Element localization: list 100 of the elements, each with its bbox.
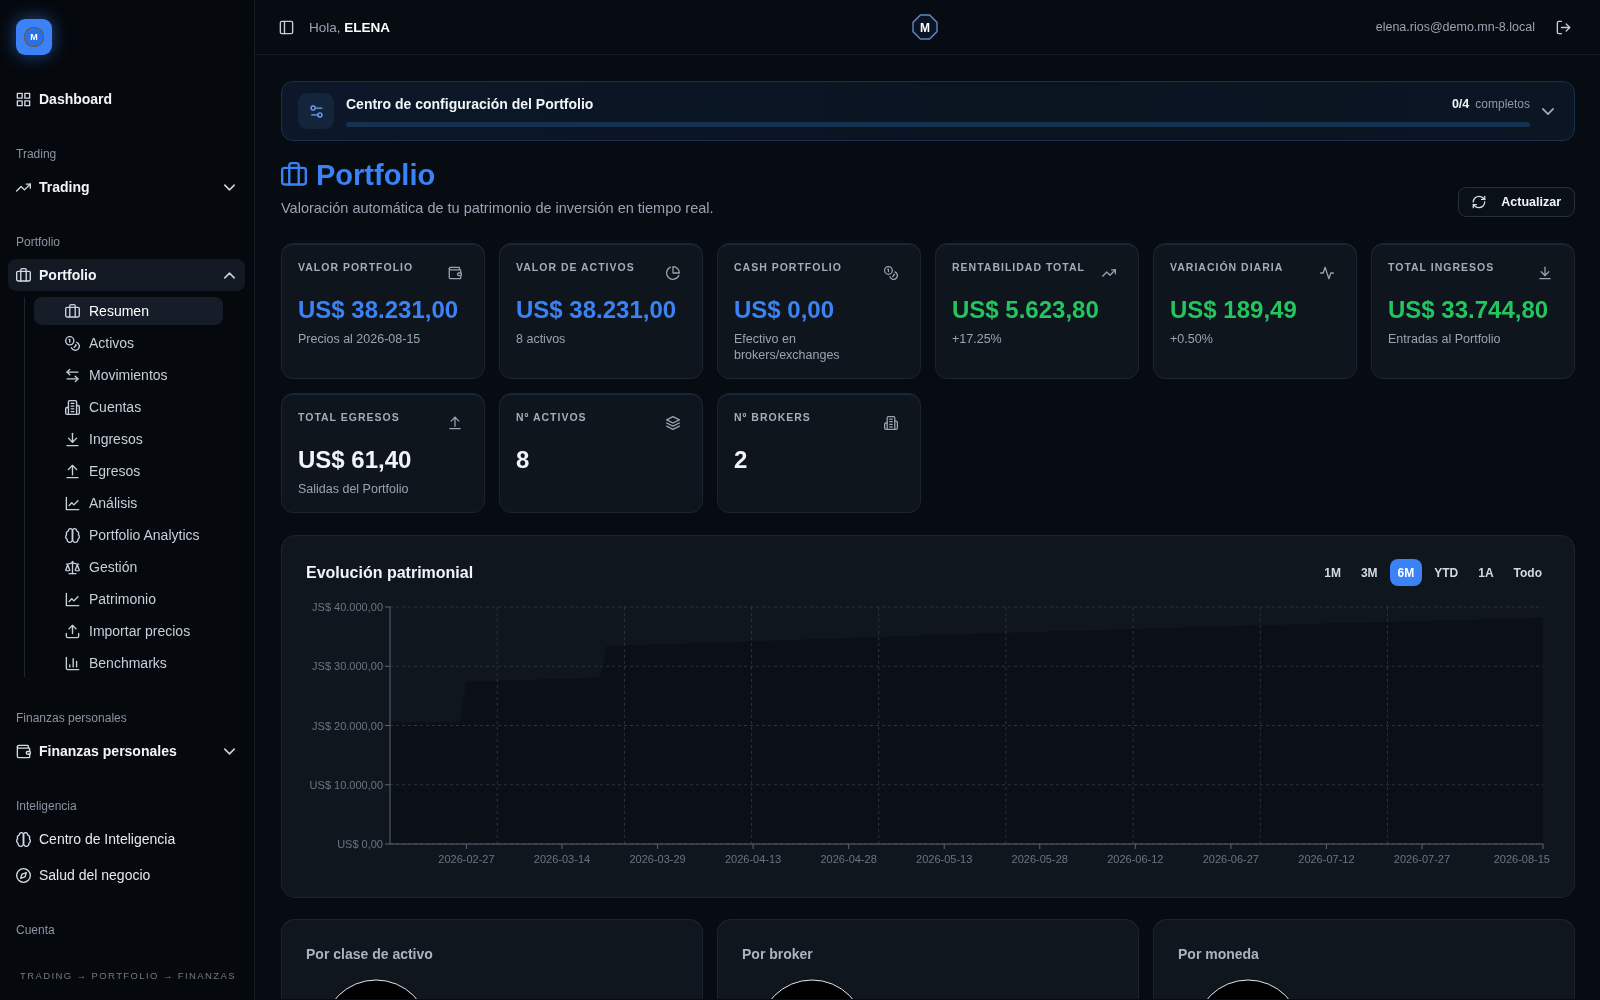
sidebar-subitem[interactable]: Cuentas [34, 393, 223, 421]
greeting-text: Hola, ELENA [309, 19, 391, 35]
setup-title: Centro de configuración del Portfolio [346, 95, 594, 112]
chevron-down-icon[interactable] [1542, 107, 1554, 115]
range-tab[interactable]: YTD [1426, 559, 1467, 586]
stat-note: 8 activos [516, 331, 567, 347]
breakdown-title: Por moneda [1178, 946, 1260, 962]
sidebar-item[interactable]: Dashboard [8, 83, 245, 115]
sidebar-subitem[interactable]: Análisis [34, 489, 223, 517]
brain-icon [65, 527, 80, 543]
sidebar-subitem[interactable]: Benchmarks [34, 649, 223, 677]
logout-icon[interactable] [1556, 19, 1571, 35]
stat-note: +0.50% [1170, 331, 1214, 347]
user-email: elena.rios@demo.mn-8.local [1375, 20, 1535, 34]
stat-value: US$ 38.231,00 [298, 295, 460, 325]
building-icon [884, 416, 898, 430]
range-tab[interactable]: 6M [1389, 559, 1423, 586]
wallet-icon [448, 266, 462, 280]
coins-icon [65, 335, 80, 351]
refresh-button[interactable]: Actualizar [1458, 187, 1575, 217]
y-axis-label: JS$ 30.000,00 [312, 660, 383, 673]
sidebar-item[interactable]: Trading [8, 171, 245, 203]
sidebar-footer-text: TRADING → PORTFOLIO → FINANZAS [19, 970, 237, 983]
x-axis-label: 2026-04-13 [724, 853, 782, 865]
sidebar-section-heading: Inteligencia [15, 798, 78, 814]
stat-note: Entradas al Portfolio [1388, 331, 1502, 347]
x-axis-label: 2026-07-27 [1393, 853, 1451, 865]
sidebar-subitem[interactable]: Activos [34, 329, 223, 357]
briefcase-icon [65, 303, 80, 319]
upload-icon [65, 463, 80, 479]
stat-value: US$ 5.623,80 [952, 295, 1100, 325]
download-icon [1538, 266, 1552, 280]
compass-icon [16, 867, 31, 883]
chevron-down-icon[interactable] [224, 183, 235, 191]
y-axis-label: JS$ 20.000,00 [312, 719, 383, 732]
x-axis-label: 2026-05-28 [1011, 853, 1068, 865]
scale-icon [65, 559, 80, 575]
y-axis-label: US$ 10.000,00 [309, 778, 383, 791]
sidebar-section-heading: Trading [15, 146, 58, 162]
pulse-icon [1320, 266, 1334, 280]
sidebar-subitem[interactable]: Importar precios [34, 617, 223, 645]
app-logo[interactable]: M [16, 19, 52, 55]
breakdown-title: Por clase de activo [306, 946, 434, 962]
briefcase-icon [16, 267, 31, 283]
stat-note: Efectivo en brokers/exchanges [734, 331, 841, 363]
chevron-up-icon[interactable] [224, 271, 235, 279]
coins-icon [884, 266, 898, 280]
line-chart-icon [65, 495, 80, 511]
stat-value: 2 [734, 445, 749, 475]
sidebar-item[interactable]: Portfolio [8, 259, 245, 291]
stat-value: US$ 38.231,00 [516, 295, 678, 325]
x-axis-label: 2026-06-12 [1107, 853, 1164, 865]
x-axis-label: 2026-04-28 [820, 853, 877, 865]
sidebar-subitem[interactable]: Gestión [34, 553, 223, 581]
breakdown-title: Por broker [742, 946, 814, 962]
range-tab[interactable]: Todo [1505, 559, 1550, 586]
page-title: Portfolio [316, 158, 436, 192]
x-axis-label: 2026-03-29 [629, 853, 686, 865]
stat-label: VALOR DE ACTIVOS [516, 260, 635, 274]
app-logo[interactable]: M [912, 14, 938, 40]
sidebar-subitem[interactable]: Ingresos [34, 425, 223, 453]
sidebar-subitem[interactable]: Movimientos [34, 361, 223, 389]
x-axis-label: 2026-05-13 [916, 853, 973, 865]
y-axis-label: US$ 0,00 [337, 838, 383, 850]
sidebar-item[interactable]: Centro de Inteligencia [8, 823, 245, 855]
range-tab[interactable]: 3M [1352, 559, 1386, 586]
x-axis-label: 2026-07-12 [1298, 853, 1355, 865]
stat-label: TOTAL EGRESOS [298, 410, 400, 424]
sidebar-subitem[interactable]: Resumen [34, 297, 223, 325]
upload-icon [448, 416, 462, 430]
x-axis-label: 2026-08-15 [1493, 853, 1550, 865]
x-axis-label: 2026-03-14 [533, 853, 591, 865]
range-tab[interactable]: 1A [1470, 559, 1502, 586]
chevron-down-icon[interactable] [224, 747, 235, 755]
building-icon [65, 399, 80, 415]
refresh-icon [1472, 195, 1487, 209]
sidebar-subitem[interactable]: Patrimonio [34, 585, 223, 613]
sidebar-subitem[interactable]: Egresos [34, 457, 223, 485]
sidebar-subitem[interactable]: Portfolio Analytics [34, 521, 223, 549]
stat-label: Nº ACTIVOS [516, 410, 587, 424]
y-axis-label: JS$ 40.000,00 [312, 601, 383, 613]
pie-chart-icon [666, 266, 680, 280]
stat-note: +17.25% [952, 331, 1003, 347]
trending-up-icon [1102, 266, 1116, 280]
stat-value: 8 [516, 445, 531, 475]
chart-title: Evolución patrimonial [306, 563, 474, 582]
stat-label: VALOR PORTFOLIO [298, 260, 414, 274]
stat-value: US$ 33.744,80 [1388, 295, 1550, 325]
range-tab[interactable]: 1M [1316, 559, 1349, 586]
progress-count-label: completos [1475, 96, 1530, 111]
brain-icon [16, 831, 31, 847]
page-subtitle: Valoración automática de tu patrimonio de inversión en tiempo real. [281, 199, 714, 218]
stat-label: CASH PORTFOLIO [734, 260, 842, 274]
sidebar-item[interactable]: Finanzas personales [8, 735, 245, 767]
download-icon [65, 431, 80, 447]
stat-label: TOTAL INGRESOS [1388, 260, 1495, 274]
grid-icon [16, 91, 31, 107]
sidebar-toggle-icon[interactable] [279, 19, 294, 35]
bar-chart-icon [65, 655, 80, 671]
sidebar-item[interactable]: Salud del negocio [8, 859, 245, 891]
